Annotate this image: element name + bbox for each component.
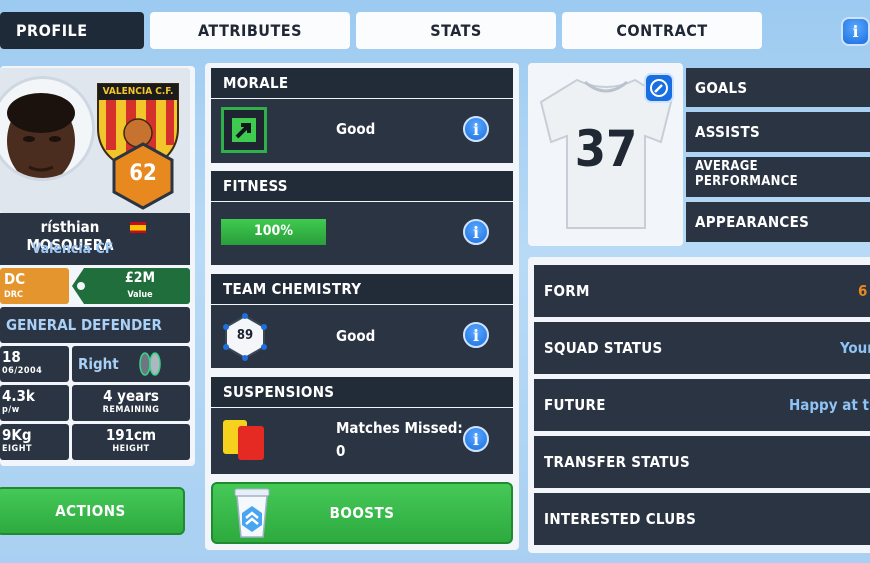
avg-performance-line2: PERFORMANCE	[695, 174, 798, 189]
chemistry-header: TEAM CHEMISTRY	[211, 274, 513, 304]
transfer-status-row[interactable]: TRANSFER STATUS	[534, 436, 870, 488]
wage-label: p/w	[2, 405, 20, 415]
contract-years: 4 years	[103, 387, 159, 405]
red-card-icon	[238, 426, 264, 460]
chemistry-score: 89	[236, 328, 254, 343]
morale-info-button[interactable]: i	[463, 116, 489, 142]
tab-stats[interactable]: STATS	[356, 12, 556, 49]
shirt-number: 37	[574, 120, 638, 178]
assists-row[interactable]: ASSISTS	[686, 112, 870, 152]
boost-cup-icon	[234, 488, 270, 538]
goals-label: GOALS	[695, 78, 748, 97]
appearances-label: APPEARANCES	[695, 213, 810, 231]
height-cell: 191cm HEIGHT	[72, 424, 190, 460]
morale-value: Good	[336, 120, 376, 138]
value-tag: £2M Value	[72, 268, 190, 304]
actions-button[interactable]: ACTIONS	[0, 487, 185, 535]
player-dob: 06/2004	[2, 366, 43, 376]
boots-icon	[139, 352, 161, 376]
squad-status-value: Your	[840, 339, 870, 357]
fitness-info-button[interactable]: i	[463, 219, 489, 245]
player-value-label: Value	[127, 290, 153, 300]
weight-cell: 9Kg EIGHT	[0, 424, 69, 460]
future-label: FUTURE	[544, 396, 606, 414]
player-weight: 9Kg	[2, 426, 32, 444]
chemistry-info-button[interactable]: i	[463, 322, 489, 348]
assists-label: ASSISTS	[695, 123, 760, 141]
pencil-icon	[650, 79, 668, 97]
preferred-foot-cell: Right	[72, 346, 190, 382]
position-sub: DRC	[4, 290, 23, 300]
player-role: GENERAL DEFENDER	[0, 307, 190, 343]
suspensions-info-button[interactable]: i	[463, 426, 489, 452]
squad-status-row[interactable]: SQUAD STATUS Your	[534, 322, 870, 374]
player-age-cell: 18 06/2004	[0, 346, 69, 382]
tab-attributes[interactable]: ATTRIBUTES	[150, 12, 350, 49]
morale-arrow-icon	[221, 107, 267, 153]
matches-missed-label: Matches Missed:	[336, 419, 463, 437]
spain-flag-icon	[130, 222, 146, 233]
form-value: 6	[858, 282, 868, 300]
position-badge: DC DRC	[0, 268, 69, 304]
player-age: 18	[2, 348, 21, 366]
form-label: FORM	[544, 282, 590, 300]
tab-contract[interactable]: CONTRACT	[562, 12, 762, 49]
position-short: DC	[4, 270, 26, 288]
chemistry-row: 89 Good i	[211, 305, 513, 368]
avg-performance-line1: AVERAGE	[695, 159, 758, 174]
contract-cell: 4 years REMAINING	[72, 385, 190, 421]
matches-missed-count: 0	[336, 442, 346, 460]
squad-status-label: SQUAD STATUS	[544, 339, 663, 357]
player-name-plate: rísthian MOSQUERA Valencia CF	[0, 213, 190, 265]
fitness-row: 100% i	[211, 202, 513, 265]
goals-row[interactable]: GOALS	[686, 68, 870, 107]
chemistry-value: Good	[336, 327, 376, 345]
value-tag-hole	[77, 282, 85, 290]
weight-label: EIGHT	[2, 444, 32, 454]
avg-performance-row[interactable]: AVERAGE PERFORMANCE	[686, 157, 870, 197]
player-wage: 4.3k	[2, 387, 35, 405]
suspensions-header: SUSPENSIONS	[211, 377, 513, 407]
suspensions-row: Matches Missed: 0 i	[211, 408, 513, 474]
morale-row: Good i	[211, 99, 513, 163]
preferred-foot: Right	[78, 355, 119, 373]
future-value: Happy at the	[789, 396, 870, 414]
edit-shirt-button[interactable]	[644, 73, 674, 103]
fitness-value: 100%	[254, 223, 293, 239]
boosts-label: BOOSTS	[329, 504, 395, 522]
club-badge-text: VALENCIA C.F.	[102, 86, 174, 97]
fitness-header: FITNESS	[211, 171, 513, 201]
future-row[interactable]: FUTURE Happy at the	[534, 379, 870, 431]
tab-profile[interactable]: PROFILE	[0, 12, 144, 49]
interested-clubs-label: INTERESTED CLUBS	[544, 510, 697, 528]
help-info-button[interactable]: i	[841, 17, 870, 46]
player-rating: 62	[129, 161, 157, 186]
height-label: HEIGHT	[112, 444, 150, 454]
contract-label: REMAINING	[102, 405, 160, 415]
wage-cell: 4.3k p/w	[0, 385, 69, 421]
player-club: Valencia CF	[31, 241, 114, 257]
transfer-status-label: TRANSFER STATUS	[544, 453, 691, 471]
interested-clubs-row[interactable]: INTERESTED CLUBS	[534, 493, 870, 545]
fitness-bar: 100%	[221, 219, 326, 245]
player-avatar	[0, 76, 95, 181]
form-row[interactable]: FORM 6	[534, 265, 870, 317]
morale-header: MORALE	[211, 68, 513, 98]
player-value: £2M	[124, 270, 156, 286]
player-height: 191cm	[105, 426, 157, 444]
appearances-row[interactable]: APPEARANCES	[686, 202, 870, 242]
